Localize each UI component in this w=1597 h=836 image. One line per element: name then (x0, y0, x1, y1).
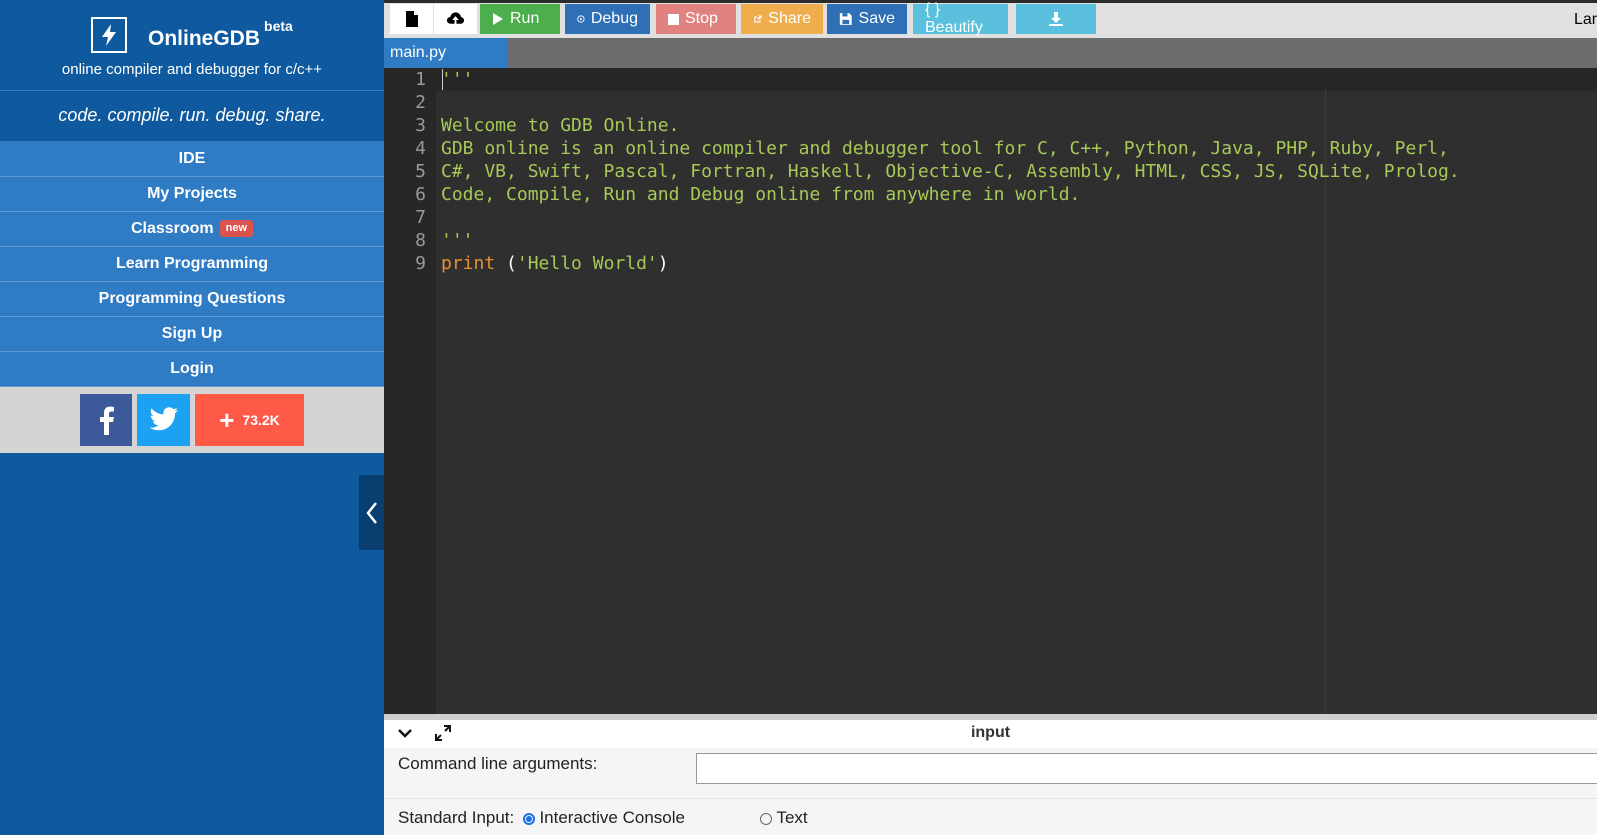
brand-name-text: OnlineGDB (148, 27, 261, 50)
line-number: 7 (415, 207, 426, 228)
run-label: Run (510, 10, 540, 27)
twitter-icon (149, 407, 178, 431)
chevron-left-icon (365, 501, 377, 524)
floppy-disk-icon (839, 13, 852, 25)
text-option-label: Text (776, 808, 808, 827)
line-number: 5 (415, 161, 426, 182)
keyword-print: print (441, 253, 496, 274)
interactive-console-radio[interactable] (523, 812, 535, 825)
upload-button[interactable] (434, 4, 477, 34)
nav-item-login[interactable]: Login (0, 352, 384, 387)
line-number: 1 (415, 69, 426, 90)
file-icon (405, 11, 418, 27)
download-button[interactable] (1016, 4, 1096, 34)
new-badge: new (219, 220, 254, 238)
nav-item-label: Programming Questions (98, 290, 286, 307)
interactive-console-option[interactable]: Interactive Console (523, 808, 685, 828)
nav-item-my-projects[interactable]: My Projects (0, 177, 384, 212)
code-text: Code, Compile, Run and Debug online from… (441, 184, 1081, 205)
cloud-upload-icon (446, 12, 465, 26)
nav-item-programming-questions[interactable]: Programming Questions (0, 282, 384, 317)
code-text: ''' (441, 230, 474, 251)
share-count-button[interactable]: + 73.2K (195, 394, 304, 446)
stop-button[interactable]: Stop (656, 4, 736, 34)
nav-item-sign-up[interactable]: Sign Up (0, 317, 384, 352)
text-option[interactable]: Text (760, 808, 808, 828)
bolt-logo-icon[interactable] (91, 17, 127, 53)
code-editor[interactable]: 1 ''' 2 3 Welcome to GDB Online. 4 GDB onli… (384, 68, 1597, 714)
command-line-args-input[interactable] (696, 753, 1597, 784)
toolbar: Run Debug Stop Share Save { } Beautify L… (384, 1, 1597, 38)
code-text: C#, VB, Swift, Pascal, Fortran, Haskell,… (441, 161, 1460, 182)
new-file-button[interactable] (390, 4, 433, 34)
brand-header: OnlineGDBbeta online compiler and debugg… (0, 0, 384, 91)
stop-label: Stop (685, 10, 718, 27)
line-number: 6 (415, 184, 426, 205)
text-cursor (442, 69, 443, 90)
tagline: code. compile. run. debug. share. (0, 91, 384, 142)
save-label: Save (858, 10, 895, 27)
plus-icon: + (219, 405, 235, 435)
input-panel: input Command line arguments: Standard I… (384, 714, 1597, 835)
line-number: 3 (415, 115, 426, 136)
active-line-highlight (384, 68, 1597, 91)
string-literal: 'Hello World' (516, 253, 658, 274)
standard-input-row: Standard Input: Interactive Console Text (384, 798, 1597, 836)
brand-subtitle: online compiler and debugger for c/c++ (61, 61, 323, 78)
beautify-button[interactable]: { } Beautify (913, 1, 1008, 36)
line-number: 9 (415, 253, 426, 274)
code-text: GDB online is an online compiler and deb… (441, 138, 1449, 159)
nav-item-classroom[interactable]: Classroom new (0, 212, 384, 247)
nav-item-label: Login (170, 360, 214, 377)
code-text: print ('Hello World') (441, 252, 669, 275)
tab-main-py[interactable]: main.py (384, 38, 508, 68)
debug-button[interactable]: Debug (565, 4, 650, 34)
play-circle-icon (577, 15, 585, 23)
line-number: 2 (415, 92, 426, 113)
command-line-args-row: Command line arguments: (384, 748, 1597, 798)
paren-close: ) (657, 253, 669, 274)
nav-item-label: Learn Programming (115, 255, 269, 272)
nav-menu: IDE My Projects Classroom new Learn Progr… (0, 142, 384, 387)
nav-item-learn-programming[interactable]: Learn Programming (0, 247, 384, 282)
nav-item-label: IDE (178, 150, 206, 167)
input-panel-header: input (384, 714, 1597, 748)
code-text: ''' (441, 69, 474, 90)
share-icon (754, 15, 762, 23)
sidebar: OnlineGDBbeta online compiler and debugg… (0, 0, 384, 835)
text-radio[interactable] (760, 812, 772, 825)
nav-item-label: Classroom (130, 220, 214, 237)
download-icon (1049, 12, 1063, 26)
main-panel: Run Debug Stop Share Save { } Beautify L… (384, 1, 1597, 835)
paren-open: ( (495, 253, 517, 274)
twitter-button[interactable] (137, 394, 190, 446)
line-number: 4 (415, 138, 426, 159)
standard-input-label: Standard Input: (398, 808, 515, 827)
share-button[interactable]: Share (741, 4, 823, 34)
input-panel-title: input (970, 724, 1011, 741)
facebook-button[interactable] (80, 394, 132, 446)
language-select-label[interactable]: Lar (1574, 11, 1597, 29)
debug-label: Debug (590, 10, 638, 27)
nav-item-label: Sign Up (161, 325, 223, 342)
stop-icon (668, 13, 679, 25)
share-label: Share (768, 10, 811, 27)
beta-badge: beta (264, 18, 293, 34)
collapse-sidebar-button[interactable] (359, 475, 384, 550)
facebook-icon (100, 406, 114, 435)
code-text: Welcome to GDB Online. (441, 115, 680, 136)
run-button[interactable]: Run (480, 4, 560, 34)
command-line-args-label: Command line arguments: (398, 754, 598, 773)
nav-item-ide[interactable]: IDE (0, 142, 384, 177)
share-count: 73.2K (242, 412, 280, 428)
file-tabs: main.py (384, 38, 1597, 68)
play-icon (493, 13, 503, 25)
interactive-console-label: Interactive Console (539, 808, 685, 827)
brand-name[interactable]: OnlineGDBbeta (148, 18, 293, 51)
save-button[interactable]: Save (827, 4, 907, 34)
beautify-label: { } Beautify (925, 1, 983, 36)
nav-item-label: My Projects (147, 185, 237, 202)
social-bar: + 73.2K (0, 387, 384, 453)
line-number: 8 (415, 230, 426, 251)
